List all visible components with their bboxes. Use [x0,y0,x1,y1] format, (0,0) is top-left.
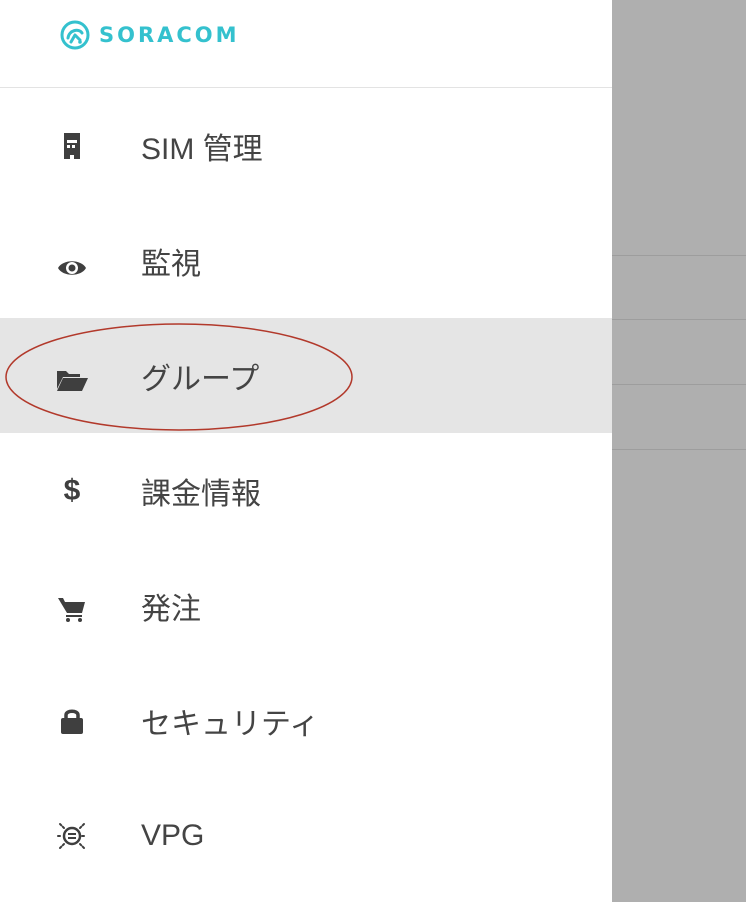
backdrop-overlay[interactable] [612,0,746,902]
backdrop-divider [612,255,746,256]
menu-item-security[interactable]: セキュリティ [0,663,612,778]
page: SORACOM SIM 管理 監視 グループ $ 課金情報 発注 セキュリティ … [0,0,746,902]
backdrop-divider [612,384,746,385]
soracom-logo-icon [60,20,90,50]
brand-logo[interactable]: SORACOM [59,18,240,52]
backdrop-divider [612,449,746,450]
sim-card-icon [52,126,92,166]
vpg-icon [52,816,92,856]
navigation-drawer: SORACOM SIM 管理 監視 グループ $ 課金情報 発注 セキュリティ … [0,0,612,902]
menu-item-label: VPG [141,818,205,852]
brand-name: SORACOM [99,23,240,47]
menu-item-sim-management[interactable]: SIM 管理 [0,88,612,203]
lock-icon [52,701,92,741]
menu-item-monitoring[interactable]: 監視 [0,203,612,318]
menu-item-label: 発注 [141,592,201,626]
menu-item-label: セキュリティ [141,707,320,741]
menu-item-label: SIM 管理 [141,132,263,166]
folder-open-icon [52,356,92,396]
backdrop-divider [612,319,746,320]
cart-icon [52,586,92,626]
menu-item-vpg[interactable]: VPG [0,778,612,893]
menu-item-label: 監視 [141,247,201,281]
menu-item-billing[interactable]: $ 課金情報 [0,433,612,548]
dollar-icon: $ [63,473,81,507]
nav-menu: SIM 管理 監視 グループ $ 課金情報 発注 セキュリティ VPG [0,88,612,893]
eye-icon [52,241,92,281]
menu-item-label: グループ [141,362,260,396]
menu-item-label: 課金情報 [141,477,261,511]
menu-item-order[interactable]: 発注 [0,548,612,663]
drawer-header: SORACOM [0,0,612,88]
menu-item-group[interactable]: グループ [0,318,612,433]
